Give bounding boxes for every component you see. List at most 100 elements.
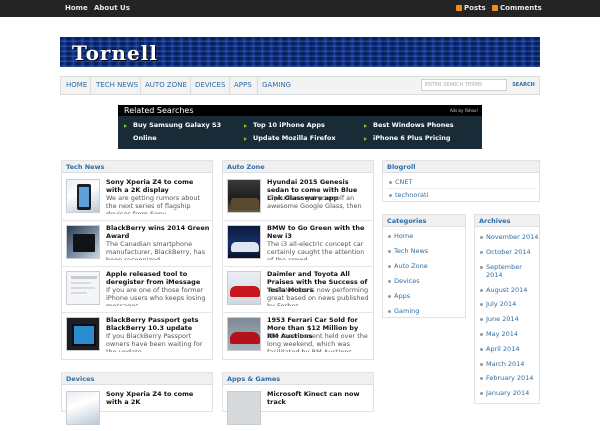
post-excerpt: Tesla Motors is now performing great bas… [267,286,369,306]
post-thumbnail[interactable] [66,179,100,213]
post-thumbnail[interactable] [66,317,100,351]
archive-link[interactable]: February 2014 [486,374,533,382]
bullet-icon [480,377,483,380]
related-search-link[interactable]: Best Windows Phones [373,121,454,130]
site-logo[interactable]: Tornell [72,41,158,65]
ads-by-label[interactable]: Ads by Yahoo! [450,108,478,113]
post-item: Daimler and Toyota All Praises with the … [223,269,373,311]
bullet-icon [388,280,391,283]
nav-tech-news[interactable]: TECH NEWS [96,81,138,90]
search-button[interactable]: SEARCH [509,79,538,91]
nav-apps[interactable]: APPS [234,81,252,90]
arrow-icon [364,137,367,141]
archive-link[interactable]: November 2014 [486,233,538,241]
related-search-link[interactable]: Buy Samsung Galaxy S3 [133,121,221,130]
archive-link[interactable]: September 2014 [486,263,538,279]
post-title[interactable]: BMW to Go Green with the New i3 [267,224,371,240]
post-title[interactable]: BlackBerry Passport gets BlackBerry 10.3… [106,316,210,332]
box-title[interactable]: Auto Zone [227,163,265,171]
archive-link[interactable]: October 2014 [486,248,531,256]
post-thumbnail[interactable] [227,225,261,259]
bullet-icon [388,265,391,268]
bullet-icon [480,303,483,306]
category-link[interactable]: Auto Zone [394,262,428,270]
archive-link[interactable]: August 2014 [486,286,527,294]
box-header: Categories [383,215,465,227]
post-thumbnail[interactable] [66,271,100,305]
post-thumbnail[interactable] [227,271,261,305]
box-header: Tech News [62,161,212,173]
comments-feed-link[interactable]: Comments [500,4,542,13]
nav-divider [257,77,258,94]
category-link[interactable]: Apps [394,292,410,300]
top-bar: Home About Us Posts Comments [0,0,600,17]
bullet-icon [389,181,392,184]
box-title: Blogroll [387,163,416,171]
related-search-link[interactable]: iPhone 6 Plus Pricing [373,134,450,143]
nav-divider [190,77,191,94]
archive-link[interactable]: January 2014 [486,389,529,397]
archive-link[interactable]: June 2014 [486,315,519,323]
archive-link[interactable]: March 2014 [486,360,524,368]
rss-icon [492,5,498,11]
bullet-icon [480,251,483,254]
category-link[interactable]: Devices [394,277,420,285]
post-item: Microsoft Kinect can now track [223,389,373,431]
post-item: Sony Xperia Z4 to come with a 2K [62,389,212,431]
post-thumbnail[interactable] [227,317,261,351]
related-search-link[interactable]: Top 10 iPhone Apps [253,121,325,130]
blogroll-link[interactable]: technorati [395,191,428,199]
archives-box: Archives November 2014 October 2014 Sept… [474,214,540,404]
nav-devices[interactable]: DEVICES [195,81,225,90]
top-link-about-us[interactable]: About Us [94,4,130,13]
archive-link[interactable]: May 2014 [486,330,518,338]
post-excerpt: If you have got yourself an awesome Goog… [267,194,362,210]
categories-box: Categories Home Tech News Auto Zone Devi… [382,214,466,318]
box-title[interactable]: Tech News [66,163,104,171]
box-header: Blogroll [383,161,539,173]
box-title[interactable]: Devices [66,375,94,383]
nav-divider [229,77,230,94]
post-thumbnail[interactable] [227,179,261,213]
bullet-icon [480,289,483,292]
post-divider [62,266,212,267]
box-header: Apps & Games [223,373,373,385]
rss-icon [456,5,462,11]
nav-auto-zone[interactable]: AUTO ZONE [145,81,187,90]
box-title[interactable]: Apps & Games [227,375,280,383]
post-excerpt: The i3 all-electric concept car certainl… [267,240,365,260]
post-excerpt: We are getting rumors about the next ser… [106,194,201,214]
post-thumbnail[interactable] [227,391,261,425]
nav-home[interactable]: HOME [66,81,87,90]
bullet-icon [480,333,483,336]
post-title[interactable]: Sony Xperia Z4 to come with a 2K display [106,178,210,194]
top-link-home[interactable]: Home [65,4,88,13]
related-search-link[interactable]: Online [133,134,157,143]
blogroll-link[interactable]: CNET [395,178,412,186]
post-item: BlackBerry wins 2014 Green Award The Can… [62,223,212,265]
post-title[interactable]: BlackBerry wins 2014 Green Award [106,224,210,240]
post-excerpt: The recent event held over the long week… [267,332,368,352]
related-searches-title: Related Searches [124,106,194,115]
nav-gaming[interactable]: GAMING [262,81,291,90]
post-title[interactable]: Microsoft Kinect can now track [267,390,371,406]
posts-feed-link[interactable]: Posts [464,4,486,13]
category-link[interactable]: Home [394,232,413,240]
post-excerpt: The Canadian smartphone manufacturer, Bl… [106,240,206,260]
post-thumbnail[interactable] [66,225,100,259]
archive-link[interactable]: April 2014 [486,345,519,353]
archive-link[interactable]: July 2014 [486,300,516,308]
post-thumbnail[interactable] [66,391,100,425]
box-title: Categories [387,217,427,225]
related-search-link[interactable]: Update Mozilla Firefox [253,134,336,143]
post-title[interactable]: Apple released tool to deregister from i… [106,270,210,286]
search-input[interactable]: ENTER SEARCH TERMS [421,79,507,91]
header-banner[interactable]: Tornell [60,37,540,67]
bullet-icon [480,392,483,395]
post-divider [62,312,212,313]
category-link[interactable]: Gaming [394,307,419,315]
category-link[interactable]: Tech News [394,247,428,255]
bullet-icon [388,310,391,313]
nav-divider [90,77,91,94]
post-title[interactable]: Sony Xperia Z4 to come with a 2K [106,390,210,406]
